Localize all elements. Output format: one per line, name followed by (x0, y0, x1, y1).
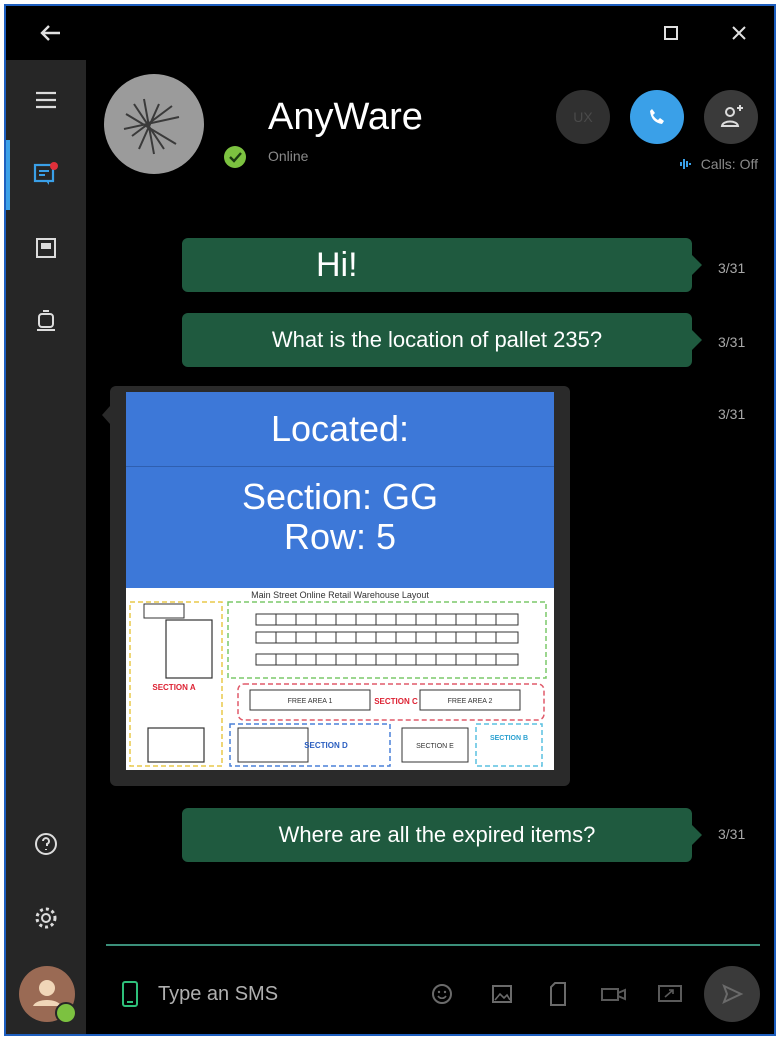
map-free-area-1: FREE AREA 1 (288, 698, 333, 705)
send-button[interactable] (704, 966, 760, 1022)
gallery-icon[interactable] (488, 980, 516, 1008)
message-time: 3/31 (718, 826, 746, 842)
map-section-a: SECTION A (152, 683, 195, 692)
title-bar (6, 6, 774, 60)
warehouse-map-image[interactable]: Main Street Online Retail Warehouse Layo… (126, 588, 554, 770)
emoji-icon[interactable] (428, 980, 456, 1008)
message-bubble[interactable]: Hi! (182, 238, 702, 292)
online-badge (55, 1002, 77, 1024)
message-text: What is the location of pallet 235? (271, 327, 603, 352)
received-message-card[interactable]: Located: Section: GG Row: 5 Main Street … (102, 386, 570, 786)
sidebar-active-indicator (6, 140, 10, 210)
gear-icon (35, 907, 57, 929)
map-section-c: SECTION C (374, 697, 418, 706)
sidebar-item-settings[interactable] (28, 900, 64, 936)
contact-avatar[interactable] (104, 74, 204, 174)
map-section-b: SECTION B (490, 735, 528, 742)
sound-wave-icon (679, 159, 691, 169)
send-icon (722, 984, 744, 1004)
sidebar-item-messages[interactable] (28, 156, 64, 192)
message-time: 3/31 (718, 260, 746, 276)
location-result-panel: Located: Section: GG Row: 5 (126, 392, 554, 588)
sidebar-item-photos[interactable] (28, 230, 64, 266)
back-arrow-icon[interactable] (36, 18, 66, 48)
app-window: AnyWare Online UX Calls: Off Hi! 3/31 Wh… (4, 4, 776, 1036)
location-section: Section: GG (241, 476, 439, 517)
notifications-icon (37, 310, 55, 331)
sidebar-item-notifications[interactable] (28, 304, 64, 340)
help-icon (35, 833, 57, 855)
online-status-icon (224, 146, 246, 168)
add-contact-button[interactable] (704, 90, 758, 144)
message-bubble[interactable]: Where are all the expired items? (182, 808, 702, 862)
contact-status: Online (268, 148, 309, 164)
message-text: Where are all the expired items? (278, 822, 596, 847)
screen-share-icon[interactable] (656, 980, 684, 1008)
calls-status[interactable]: Calls: Off (679, 156, 758, 172)
video-icon[interactable] (600, 980, 628, 1008)
message-time: 3/31 (718, 406, 746, 422)
sidebar-item-help[interactable] (28, 826, 64, 862)
message-time: 3/31 (718, 334, 746, 350)
map-title: Main Street Online Retail Warehouse Layo… (251, 590, 429, 600)
location-title: Located: (126, 392, 554, 467)
photos-icon (36, 238, 56, 258)
sms-input[interactable] (156, 974, 390, 1014)
sidebar (6, 60, 86, 1034)
audio-call-button[interactable] (630, 90, 684, 144)
map-section-e: SECTION E (416, 743, 454, 750)
sms-phone-icon[interactable] (116, 980, 144, 1008)
conversation-header: AnyWare Online UX Calls: Off (86, 60, 774, 200)
ux-button-label: UX (573, 109, 593, 125)
close-icon[interactable] (726, 20, 752, 46)
message-text: Hi! (316, 245, 358, 284)
messages-icon (33, 162, 58, 185)
location-row: Row: 5 (283, 516, 397, 557)
map-free-area-2: FREE AREA 2 (448, 698, 493, 705)
maximize-icon[interactable] (658, 20, 684, 46)
attachment-icon[interactable] (544, 980, 572, 1008)
message-composer (86, 946, 774, 1034)
ux-button[interactable]: UX (556, 90, 610, 144)
contact-name: AnyWare (268, 96, 423, 138)
add-person-icon (720, 105, 743, 127)
calls-status-label: Calls: Off (700, 156, 758, 172)
map-section-d: SECTION D (304, 741, 348, 750)
message-bubble[interactable]: What is the location of pallet 235? (182, 313, 702, 367)
my-avatar[interactable] (19, 966, 77, 1024)
phone-icon (650, 109, 664, 124)
hamburger-menu-icon[interactable] (28, 82, 64, 118)
